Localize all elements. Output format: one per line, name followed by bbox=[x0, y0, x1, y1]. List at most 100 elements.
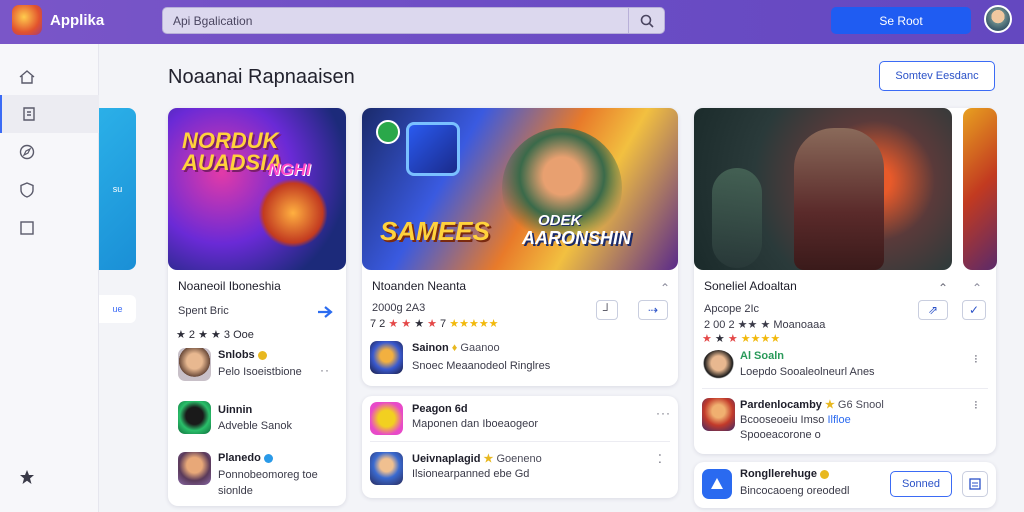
card-3-collapse-icon[interactable]: ⌃ bbox=[966, 278, 988, 298]
row-4-subtitle: Snoec Meaanodeol Ringlres bbox=[412, 360, 551, 372]
card-2-hero-image[interactable]: SAMEES ODEK AARONSHIN bbox=[362, 108, 678, 270]
row-5-thumbnail[interactable] bbox=[370, 402, 403, 435]
game-icon-badge bbox=[406, 122, 460, 176]
compass-icon bbox=[19, 144, 35, 160]
page-title: Noaanai Rapnaaisen bbox=[168, 66, 355, 88]
sidebar-item-explore[interactable] bbox=[0, 133, 99, 171]
shield-icon bbox=[20, 182, 34, 198]
verified-badge-icon bbox=[257, 350, 267, 360]
row-5-title: Peagon 6d bbox=[412, 403, 468, 415]
user-avatar[interactable] bbox=[984, 5, 1012, 33]
sidebar-item-favorites[interactable] bbox=[0, 458, 99, 496]
card-1-rating: ★ 2 ★ ★ 3 Ooe bbox=[176, 329, 254, 341]
row-6-thumbnail[interactable] bbox=[370, 452, 403, 485]
app-card-3[interactable]: Soneliel Adoaltan ⌃ ⌃ Apcope 2Ic ⇗ ✓ 2 0… bbox=[694, 108, 996, 454]
home-icon bbox=[19, 70, 35, 84]
row-3-subtitle-2: sionlde bbox=[218, 485, 253, 497]
hero-character bbox=[258, 178, 328, 248]
app-list-card-3: Rongllerehuge Bincocaoeng oreodedl Sonne… bbox=[694, 462, 996, 508]
row-1-more-icon[interactable]: ·· bbox=[320, 363, 330, 377]
app-name: Applika bbox=[50, 12, 105, 29]
app-list-card-2: Peagon 6d Maponen dan Iboeaogeor ··· Uei… bbox=[362, 396, 678, 498]
app-card-2[interactable]: SAMEES ODEK AARONSHIN Ntoanden Neanta ⌃ … bbox=[362, 108, 678, 386]
divider bbox=[702, 388, 988, 389]
row-1-title: Snlobs bbox=[218, 349, 267, 361]
partial-card-left[interactable]: su bbox=[99, 108, 136, 270]
divider bbox=[370, 441, 670, 442]
bookmark-icon bbox=[969, 478, 981, 490]
search-bar[interactable]: Api Bgalication bbox=[162, 7, 665, 34]
card-3-subtitle: Apcope 2Ic bbox=[704, 303, 760, 315]
row-1-subtitle: Pelo Isoeistbione bbox=[218, 366, 302, 378]
card-3-rating: 2 00 2 ★★ ★ Moanoaaa bbox=[704, 319, 826, 331]
partial-card-label: su bbox=[112, 184, 123, 194]
partial-card-left-footer[interactable]: ue bbox=[99, 295, 136, 323]
row-7-title: Al Soaln bbox=[740, 350, 785, 362]
card-2-hero-subtitle: ODEK bbox=[538, 212, 582, 229]
row-8-more-icon[interactable]: ⁝ bbox=[974, 398, 979, 412]
row-7-subtitle: Loepdo Sooaleolneurl Anes bbox=[740, 366, 875, 378]
card-2-hero-title: SAMEES bbox=[380, 216, 490, 246]
row-8-subtitle: Bcooseoeiu Imso Ilfloe bbox=[740, 414, 851, 426]
app-symbol-icon bbox=[711, 478, 723, 489]
search-input[interactable]: Api Bgalication bbox=[173, 14, 252, 28]
row-2-thumbnail[interactable] bbox=[178, 401, 211, 434]
row-8-title: Pardenlocamby ★ G6 Snool bbox=[740, 399, 884, 411]
arrow-right-icon bbox=[318, 306, 333, 318]
card-3-hero-image[interactable] bbox=[694, 108, 952, 270]
card-1-hero-image[interactable]: NORDUK AUADSIA NGHI bbox=[168, 108, 346, 270]
row-3-subtitle: Ponnobeomoreg toe bbox=[218, 469, 318, 481]
sidebar-item-security[interactable] bbox=[0, 171, 99, 209]
row-1-thumbnail[interactable] bbox=[178, 348, 211, 381]
top-action-button[interactable]: Se Root bbox=[831, 7, 971, 34]
row-9-thumbnail[interactable] bbox=[702, 469, 732, 499]
row-3-thumbnail[interactable] bbox=[178, 452, 211, 485]
sidebar-item-home[interactable] bbox=[0, 58, 99, 96]
header-action-button[interactable]: Somtev Eesdanc bbox=[879, 61, 995, 91]
card-3-menu-icon[interactable]: ⌃ bbox=[932, 278, 954, 298]
store-icon bbox=[23, 107, 35, 121]
card-3-stars: ★ ★ ★ ★★★★ bbox=[702, 333, 781, 345]
row-9-save-button[interactable] bbox=[962, 471, 988, 497]
star-icon bbox=[20, 470, 34, 484]
card-2-menu-icon[interactable]: ⌃ bbox=[654, 278, 676, 298]
sidebar-item-library[interactable] bbox=[0, 209, 99, 247]
row-9-send-button[interactable]: Sonned bbox=[890, 471, 952, 497]
row-8-subtitle-2: Spooeacorone o bbox=[740, 429, 821, 441]
row-5-more-icon[interactable]: ··· bbox=[656, 406, 671, 420]
app-logo[interactable] bbox=[12, 5, 42, 35]
row-6-more-icon[interactable]: ⁚ bbox=[658, 452, 663, 466]
row-6-title: Ueivnaplagid ★ Goeneno bbox=[412, 453, 542, 465]
row-9-title: Rongllerehuge bbox=[740, 468, 830, 480]
card-2-action-button-2[interactable]: ⇢ bbox=[638, 300, 668, 320]
row-9-subtitle: Bincocaoeng oreodedl bbox=[740, 485, 850, 497]
hero-armored-soldier bbox=[794, 128, 884, 270]
verified-badge-icon bbox=[820, 469, 830, 479]
game-logo-icon bbox=[376, 120, 400, 144]
sidebar-item-store[interactable] bbox=[0, 95, 99, 133]
card-1-title: Noaneoil Iboneshia bbox=[178, 279, 281, 293]
row-7-more-icon[interactable]: ⁝ bbox=[974, 352, 979, 366]
search-button[interactable] bbox=[628, 8, 664, 33]
card-2-subtitle: 2000g 2A3 bbox=[372, 302, 426, 314]
row-5-subtitle: Maponen dan Iboeaogeor bbox=[412, 418, 538, 430]
row-2-subtitle: Adveble Sanok bbox=[218, 420, 292, 432]
row-7-thumbnail[interactable] bbox=[702, 350, 735, 383]
hero-background-soldier bbox=[712, 168, 762, 268]
partial-card-footer-label: ue bbox=[112, 304, 123, 314]
card-1-arrow-button[interactable] bbox=[313, 302, 337, 322]
row-2-title: Uinnin bbox=[218, 404, 253, 416]
row-4-title: Sainon ♦ Gaanoo bbox=[412, 342, 500, 354]
row-8-thumbnail[interactable] bbox=[702, 398, 735, 431]
app-card-1[interactable]: NORDUK AUADSIA NGHI Noaneoil Iboneshia S… bbox=[168, 108, 346, 506]
row-4-thumbnail[interactable] bbox=[370, 341, 403, 374]
card-1-hero-subtitle: NGHI bbox=[268, 160, 311, 179]
card-2-action-button-1[interactable]: ┘ bbox=[596, 300, 618, 320]
card-2-rating: 7 2 ★ ★ ★ ★ 7 ★★★★★ bbox=[370, 318, 499, 330]
row-6-subtitle: Ilsionearpanned ebe Gd bbox=[412, 468, 530, 480]
sidebar bbox=[0, 44, 99, 512]
card-3-action-button-1[interactable]: ⇗ bbox=[918, 300, 948, 320]
card-3-action-button-2[interactable]: ✓ bbox=[962, 300, 986, 320]
card-1-subtitle: Spent Bric bbox=[178, 305, 229, 317]
partial-card-right[interactable] bbox=[963, 108, 997, 270]
